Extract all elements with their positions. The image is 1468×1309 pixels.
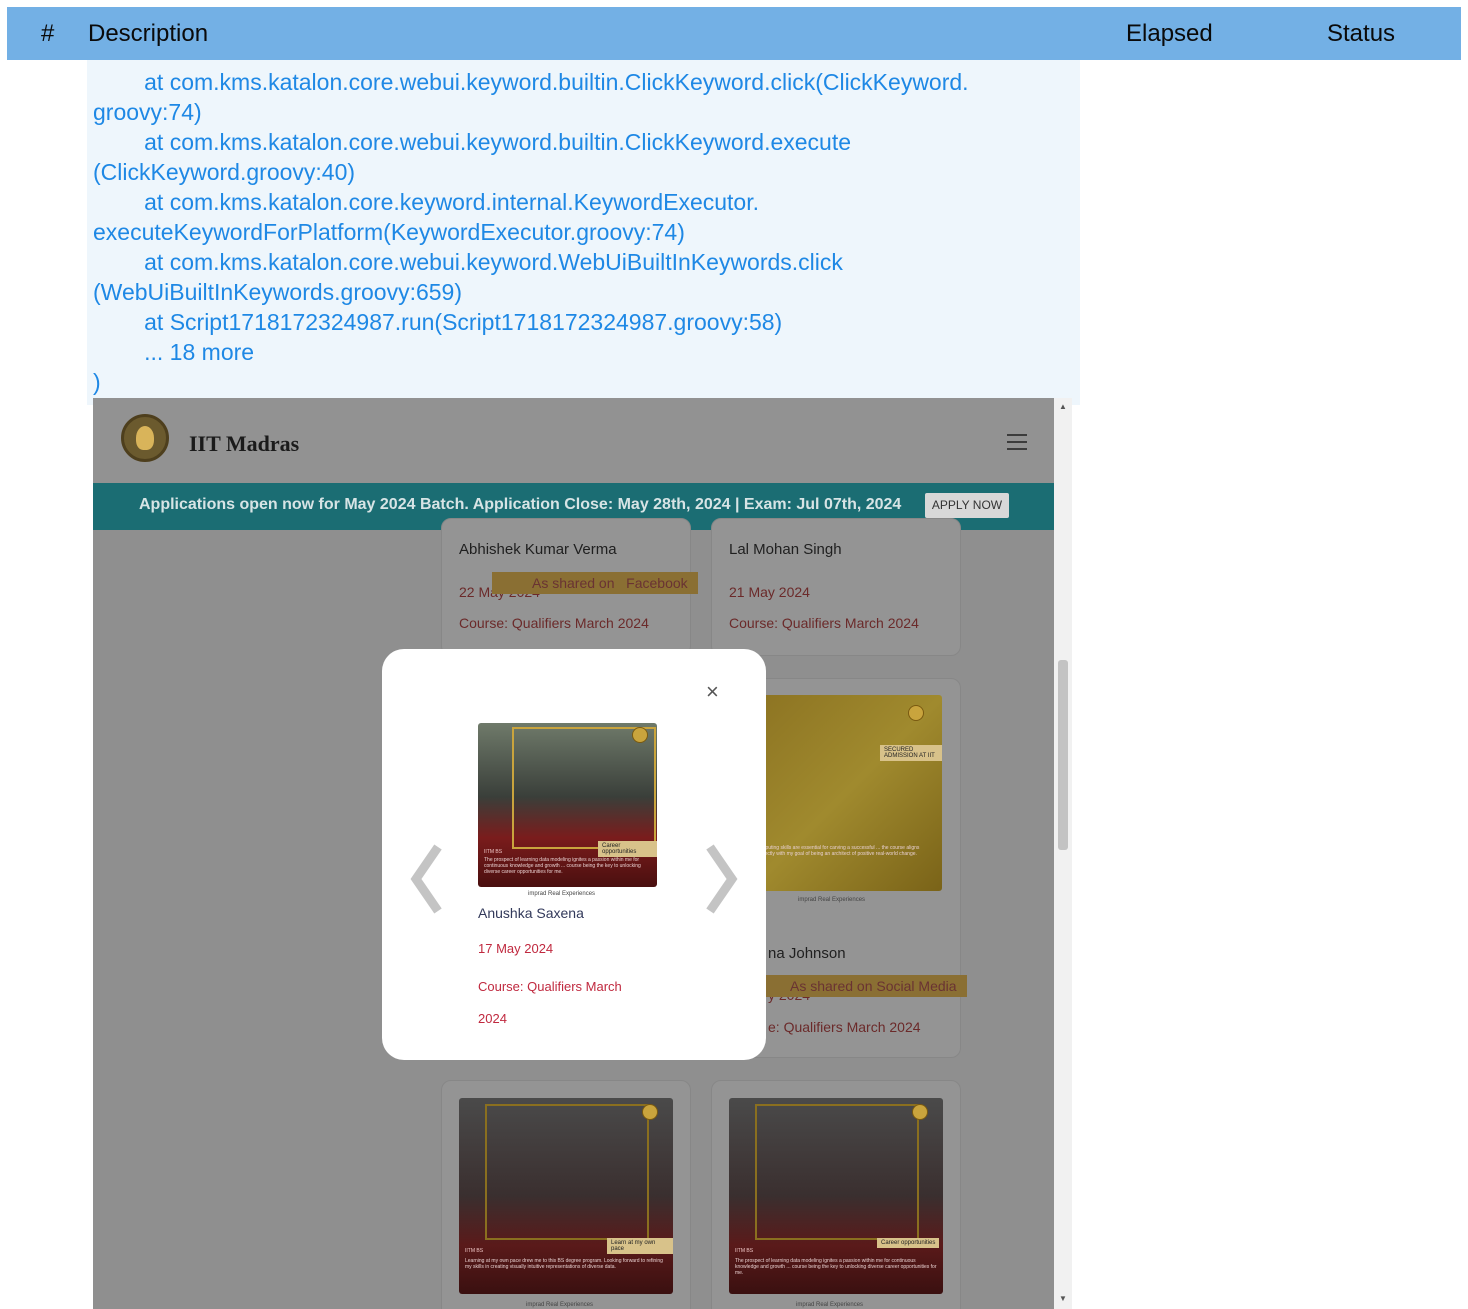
banner-text: Applications open now for May 2024 Batch…	[139, 496, 902, 513]
photo-caption: The prospect of learning data modeling i…	[735, 1258, 937, 1276]
trace-line: at com.kms.katalon.core.webui.keyword.bu…	[93, 69, 969, 95]
column-elapsed[interactable]: Elapsed	[1126, 20, 1213, 48]
seal-icon	[912, 1104, 928, 1120]
photo-caption: Learning at my own pace drew me to this …	[465, 1258, 663, 1270]
trace-line: (ClickKeyword.groovy:40)	[93, 159, 356, 185]
report-table-header: # Description Elapsed Status	[7, 7, 1461, 60]
hamburger-menu-icon[interactable]	[1007, 434, 1027, 450]
apply-now-button[interactable]: APPLY NOW	[925, 493, 1009, 518]
site-title: IIT Madras	[189, 431, 300, 456]
trace-line: (WebUiBuiltInKeywords.groovy:659)	[93, 279, 463, 305]
testimonial-card[interactable]: Career opportunities IITM BS The prospec…	[711, 1080, 961, 1309]
column-description[interactable]: Description	[88, 20, 208, 48]
screenshot-scrollbar[interactable]: ▲ ▼	[1054, 398, 1072, 1309]
trace-line: groovy:74)	[93, 99, 202, 125]
testimonial-photo: Learn at my own pace IITM BS Learning at…	[459, 1098, 673, 1294]
trace-line: executeKeywordForPlatform(KeywordExecuto…	[93, 219, 685, 245]
card-course: Course: Qualifiers March 2024	[459, 615, 649, 631]
photo-tag: SECURED ADMISSION AT IIT	[880, 745, 942, 761]
seal-icon	[908, 705, 924, 721]
stack-trace: at com.kms.katalon.core.webui.keyword.bu…	[87, 60, 1080, 405]
photo-frame	[485, 1104, 649, 1240]
trace-line: at Script1718172324987.run(Script1718172…	[93, 309, 783, 335]
photo-label: IITM BS	[735, 1248, 754, 1254]
photo-frame	[512, 727, 656, 849]
next-arrow-icon[interactable]	[704, 839, 740, 919]
iit-madras-logo	[121, 414, 169, 462]
photo-label: IITM BS	[484, 849, 503, 855]
trace-line: at com.kms.katalon.core.webui.keyword.bu…	[93, 129, 852, 155]
card-date: 21 May 2024	[729, 584, 810, 600]
trace-line: at com.kms.katalon.core.keyword.internal…	[93, 189, 760, 215]
photo-caption: computing skills are essential for carvi…	[756, 845, 920, 857]
modal-date: 17 May 2024	[478, 941, 554, 956]
testimonial-photo: SECURED ADMISSION AT IIT computing skill…	[750, 695, 942, 891]
brand-label: imprad Real Experiences	[798, 897, 866, 903]
scroll-up-icon[interactable]: ▲	[1059, 402, 1067, 411]
modal-photo: Career opportunities IITM BS The prospec…	[478, 723, 657, 887]
trace-line: )	[93, 369, 101, 395]
shared-ribbon: As shared on Facebook	[492, 572, 698, 594]
trace-line: at com.kms.katalon.core.webui.keyword.We…	[93, 249, 843, 275]
photo-tag: Career opportunities	[877, 1238, 940, 1248]
scroll-down-icon[interactable]: ▼	[1059, 1294, 1067, 1303]
column-number: #	[41, 20, 55, 47]
card-course: Course: Qualifiers March 2024	[729, 615, 919, 631]
seal-icon	[642, 1104, 658, 1120]
close-icon[interactable]: ×	[706, 679, 719, 705]
site-header: IIT Madras	[93, 398, 1054, 483]
failure-screenshot: IIT Madras Applications open now for May…	[93, 398, 1054, 1309]
column-status[interactable]: Status	[1327, 20, 1395, 48]
testimonial-photo: Career opportunities IITM BS The prospec…	[729, 1098, 943, 1294]
modal-name: Anushka Saxena	[478, 905, 584, 921]
brand-label: imprad Real Experiences	[526, 1302, 594, 1308]
card-course: e: Qualifiers March 2024	[768, 1019, 921, 1035]
photo-label: IITM BS	[465, 1248, 484, 1254]
card-name: na Johnson	[768, 945, 846, 962]
photo-frame	[755, 1104, 919, 1240]
scrollbar-thumb[interactable]	[1058, 660, 1068, 850]
trace-line: ... 18 more	[93, 339, 255, 365]
seal-icon	[632, 727, 648, 743]
brand-label: imprad Real Experiences	[528, 891, 596, 897]
testimonial-card[interactable]: Abhishek Kumar Verma 22 May 2024 As shar…	[441, 518, 698, 656]
previous-arrow-icon[interactable]	[408, 839, 444, 919]
modal-course: Course: Qualifiers March 2024	[478, 979, 622, 1026]
shared-ribbon: As shared on Social Media	[750, 975, 967, 997]
brand-label: imprad Real Experiences	[796, 1302, 864, 1308]
photo-caption: The prospect of learning data modeling i…	[484, 857, 641, 875]
card-name: Lal Mohan Singh	[729, 541, 842, 558]
card-name: Abhishek Kumar Verma	[459, 541, 617, 558]
testimonial-card[interactable]: Lal Mohan Singh 21 May 2024 Course: Qual…	[711, 518, 961, 656]
testimonial-modal: × Career opportunities IITM BS The prosp…	[382, 649, 766, 1060]
testimonial-card[interactable]: Learn at my own pace IITM BS Learning at…	[441, 1080, 691, 1309]
